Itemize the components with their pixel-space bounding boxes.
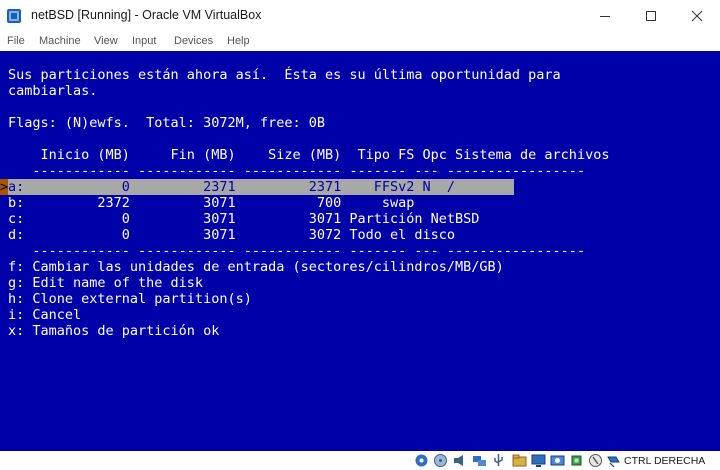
partition-table-separator-bottom: ------------ ------------ ------------ -… — [8, 243, 586, 259]
close-icon — [691, 10, 703, 22]
maximize-icon — [646, 11, 656, 21]
minimize-button[interactable] — [582, 0, 628, 32]
partition-table-header: Inicio (MB) Fin (MB) Size (MB) Tipo FS O… — [8, 147, 610, 163]
partition-row-d[interactable]: d: 0 3071 3072 Todo el disco — [8, 227, 455, 243]
cursor-glyph: > — [0, 179, 9, 195]
menu-input[interactable]: Input — [132, 35, 156, 47]
network-icon[interactable] — [472, 453, 487, 468]
status-bar: CTRL DERECHA — [0, 451, 720, 470]
partition-row-c[interactable]: c: 0 3071 3071 Partición NetBSD — [8, 211, 479, 227]
virtualbox-app-icon — [7, 9, 21, 23]
cpu-icon[interactable] — [569, 453, 584, 468]
intro-text-line-2: cambiarlas. — [8, 83, 98, 99]
usb-icon[interactable] — [491, 453, 506, 468]
menu-view[interactable]: View — [94, 35, 118, 47]
mouse-integration-icon[interactable] — [588, 453, 603, 468]
partition-table-separator-top: ------------ ------------ ------------ -… — [8, 163, 586, 179]
option-h[interactable]: h: Clone external partition(s) — [8, 291, 252, 307]
option-g[interactable]: g: Edit name of the disk — [8, 275, 203, 291]
vm-console-screen[interactable]: Sus particiones están ahora así. Ésta es… — [0, 51, 720, 451]
menu-help[interactable]: Help — [227, 35, 250, 47]
option-x[interactable]: x: Tamaños de partición ok — [8, 323, 219, 339]
menu-bar: File Machine View Input Devices Help — [0, 32, 720, 51]
shared-folders-icon[interactable] — [512, 453, 527, 468]
optical-drive-icon[interactable] — [433, 453, 448, 468]
flags-line: Flags: (N)ewfs. Total: 3072M, free: 0B — [8, 115, 325, 131]
menu-file[interactable]: File — [7, 35, 25, 47]
minimize-icon — [600, 16, 610, 17]
menu-machine[interactable]: Machine — [39, 35, 81, 47]
close-button[interactable] — [674, 0, 720, 32]
option-i[interactable]: i: Cancel — [8, 307, 81, 323]
video-capture-icon[interactable] — [550, 453, 565, 468]
partition-row-b[interactable]: b: 2372 3071 700 swap — [8, 195, 414, 211]
option-f[interactable]: f: Cambiar las unidades de entrada (sect… — [8, 259, 504, 275]
display-icon[interactable] — [531, 453, 546, 468]
partition-row-a[interactable]: a: 0 2371 2371 FFSv2 N / — [8, 179, 455, 195]
host-key-label: CTRL DERECHA — [624, 455, 706, 467]
maximize-button[interactable] — [628, 0, 674, 32]
intro-text-line-1: Sus particiones están ahora así. Ésta es… — [8, 67, 561, 83]
keyboard-icon[interactable] — [606, 453, 621, 468]
menu-devices[interactable]: Devices — [174, 35, 213, 47]
audio-icon[interactable] — [452, 453, 467, 468]
window-title: netBSD [Running] - Oracle VM VirtualBox — [31, 8, 262, 22]
title-bar: netBSD [Running] - Oracle VM VirtualBox — [0, 0, 720, 32]
hard-disk-icon[interactable] — [414, 453, 429, 468]
